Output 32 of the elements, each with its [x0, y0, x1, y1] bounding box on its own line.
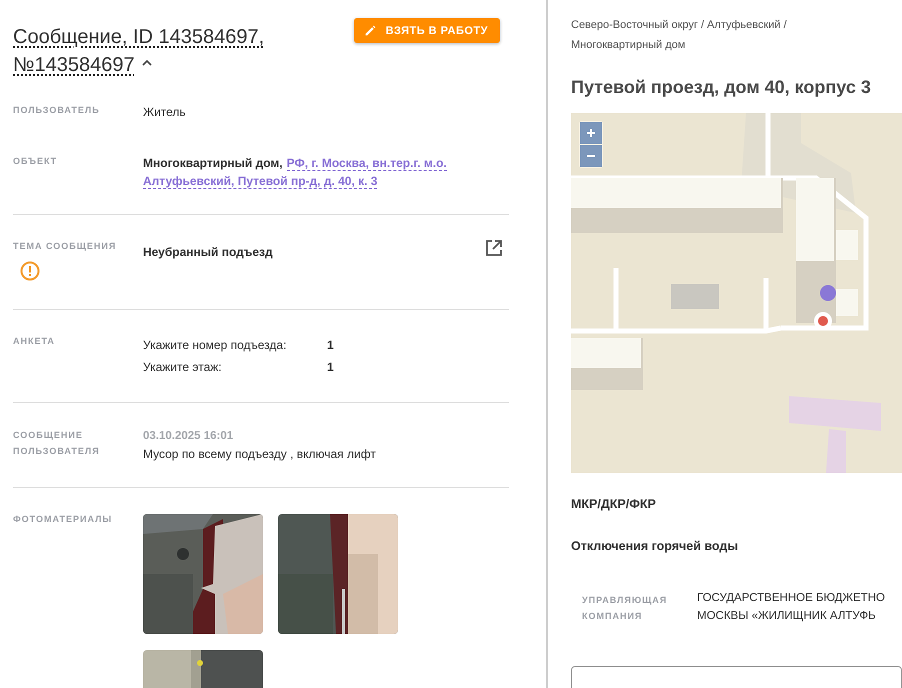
- field-label: АНКЕТА: [13, 335, 55, 348]
- survey-answer: 1: [327, 337, 334, 354]
- field-label: ПОЛЬЗОВАТЕЛЬ: [13, 104, 100, 117]
- company-name: ГОСУДАРСТВЕННОЕ БЮДЖЕТНО: [697, 591, 885, 606]
- message-time: 03.10.2025 16:01: [143, 429, 234, 444]
- topic-value: Неубранный подъезд: [143, 244, 273, 261]
- address-heading: Путевой проезд, дом 40, корпус 3: [571, 77, 872, 98]
- plus-icon: [586, 128, 596, 138]
- message-title: №143584697: [13, 54, 135, 76]
- open-external-icon[interactable]: [484, 238, 504, 258]
- field-label: СООБЩЕНИЕ ПОЛЬЗОВАТЕЛЯ: [13, 429, 101, 458]
- section-heading: МКР/ДКР/ФКР: [571, 497, 657, 511]
- survey-answer: 1: [327, 359, 334, 376]
- take-to-work-button[interactable]: ВЗЯТЬ В РАБОТУ: [354, 18, 500, 43]
- survey-question: Укажите номер подъезда:: [143, 337, 288, 354]
- field-label: ОБЪЕКТ: [13, 155, 58, 168]
- address-link[interactable]: РФ, г. Москва, вн.тер.г. м.о.: [286, 156, 447, 171]
- zoom-in-button[interactable]: [580, 122, 602, 144]
- field-label: ФОТОМАТЕРИАЛЫ: [13, 513, 112, 526]
- field-label: УПРАВЛЯЮЩАЯ КОМПАНИЯ: [582, 594, 668, 623]
- message-title: Сообщение, ID 143584697,: [13, 26, 264, 48]
- section-heading: Отключения горячей воды: [571, 539, 740, 553]
- pencil-icon: [364, 24, 377, 37]
- zoom-out-button[interactable]: [580, 145, 602, 167]
- company-name: МОСКВЫ «ЖИЛИЩНИК АЛТУФЬ: [697, 609, 877, 624]
- message-text: Мусор по всему подъезду , включая лифт: [143, 446, 377, 463]
- survey-question: Укажите этаж:: [143, 359, 223, 376]
- object-type: Многоквартирный дом,: [143, 156, 283, 170]
- breadcrumb: Северо-Восточный округ / Алтуфьевский / Многоквартирный дом: [571, 18, 788, 53]
- field-value: Житель: [143, 104, 187, 121]
- address-link[interactable]: Алтуфьевский, Путевой пр-д, д. 40, к. 3: [143, 174, 378, 189]
- field-label: ТЕМА СООБЩЕНИЯ: [13, 240, 116, 253]
